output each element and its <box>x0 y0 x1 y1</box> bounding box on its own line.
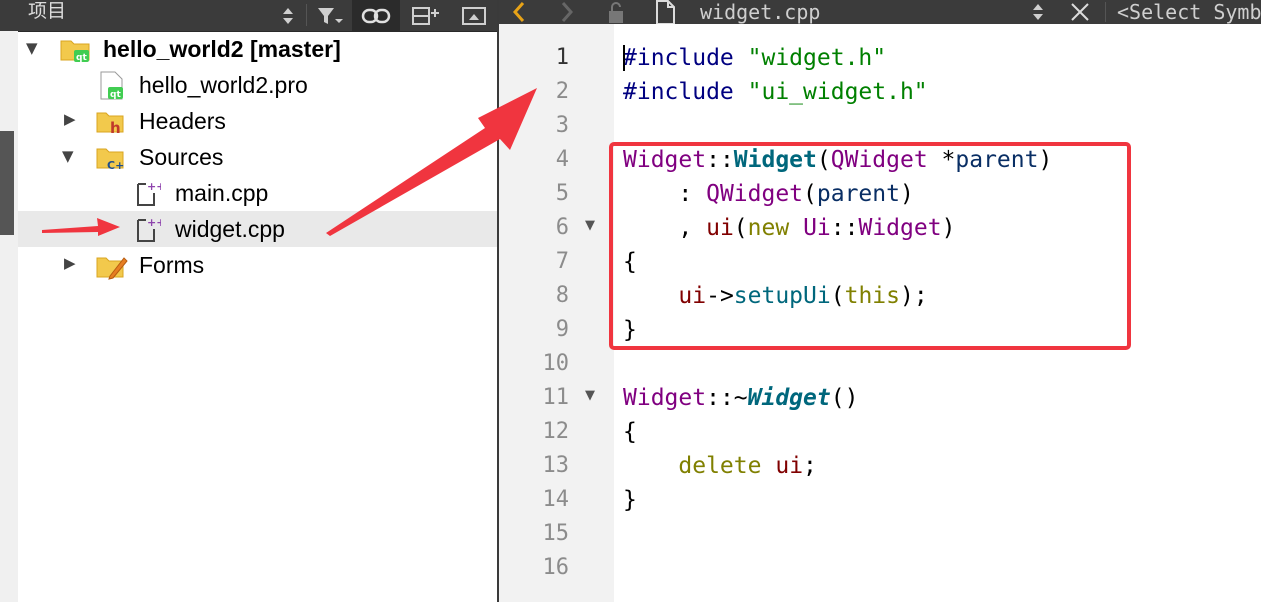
code-line-2: #include "ui_widget.h" <box>623 79 928 105</box>
tree-item-label: main.cpp <box>175 180 269 206</box>
tree-item-label: hello_world2 [master] <box>103 36 341 62</box>
sources-folder-icon: C+ <box>96 145 128 175</box>
line-number: 16 <box>542 555 570 580</box>
line-number: 1 <box>555 45 569 70</box>
line-number: 7 <box>555 249 569 274</box>
symbol-selector-label: <Select Symb <box>1117 0 1261 24</box>
view-selector-arrows-icon[interactable] <box>276 0 300 31</box>
open-file-name[interactable]: widget.cpp <box>700 0 820 24</box>
collapsed-arrow-icon[interactable]: ▶ <box>64 110 76 128</box>
forward-arrow-icon[interactable] <box>559 0 581 24</box>
line-number: 5 <box>555 181 569 206</box>
line-number: 4 <box>555 147 569 172</box>
fold-marker-icon[interactable]: ▼ <box>585 388 595 403</box>
document-icon <box>653 0 681 24</box>
tree-item-main-cpp[interactable]: ++ main.cpp <box>18 175 497 211</box>
svg-text:++: ++ <box>147 216 161 229</box>
fold-marker-icon[interactable]: ▼ <box>585 218 595 233</box>
line-number: 9 <box>555 317 569 342</box>
project-panel: 项目 ▼ qt hello_world2 [master] qt hello_w… <box>0 0 497 602</box>
code-line-11: Widget::~Widget() <box>623 385 859 411</box>
line-number: 15 <box>542 521 570 546</box>
back-arrow-icon[interactable] <box>511 0 533 24</box>
close-document-icon[interactable] <box>1069 0 1095 24</box>
lock-icon <box>606 0 630 24</box>
tree-item-label: widget.cpp <box>175 216 285 242</box>
split-view-icon[interactable] <box>408 0 444 31</box>
line-number: 3 <box>555 113 569 138</box>
code-line-14: } <box>623 487 637 513</box>
file-selector-arrows-icon[interactable] <box>1031 0 1051 24</box>
headers-folder-icon: h <box>96 109 126 139</box>
svg-text:C+: C+ <box>107 159 124 171</box>
forms-folder-icon <box>96 252 128 284</box>
project-panel-title: 项目 <box>28 0 67 22</box>
tree-item-project[interactable]: ▼ qt hello_world2 [master] <box>18 31 497 67</box>
svg-text:qt: qt <box>110 90 121 100</box>
line-number: 8 <box>555 283 569 308</box>
qt-project-folder-icon: qt <box>60 37 92 67</box>
line-number: 12 <box>542 419 570 444</box>
expanded-arrow-icon[interactable]: ▼ <box>62 147 74 165</box>
code-line-1: #include "widget.h" <box>623 45 887 71</box>
tree-item-forms[interactable]: ▶ Forms <box>18 247 497 283</box>
tree-item-sources[interactable]: ▼ C+ Sources <box>18 139 497 175</box>
svg-text:qt: qt <box>76 53 87 63</box>
tree-item-headers[interactable]: ▶ h Headers <box>18 103 497 139</box>
tree-item-widget-cpp[interactable]: ++ widget.cpp <box>18 211 497 247</box>
code-line-13: delete ui; <box>678 453 817 479</box>
highlight-box <box>609 142 1131 350</box>
tree-item-label: Forms <box>139 252 205 278</box>
tree-item-pro-file[interactable]: qt hello_world2.pro <box>18 67 497 103</box>
line-number: 6 <box>555 215 569 240</box>
project-toolbar: 项目 <box>0 0 497 32</box>
cpp-file-icon: ++ <box>135 179 165 211</box>
tree-item-label: Headers <box>139 108 226 134</box>
link-with-editor-icon[interactable] <box>352 0 400 31</box>
svg-text:++: ++ <box>147 180 161 193</box>
symbol-selector[interactable]: <Select Symb <box>1117 0 1261 24</box>
left-mode-bar <box>0 31 18 602</box>
code-line-12: { <box>623 419 637 445</box>
collapsed-arrow-icon[interactable]: ▶ <box>64 254 76 272</box>
tree-item-label: hello_world2.pro <box>139 72 308 98</box>
file-name-label: widget.cpp <box>700 0 821 24</box>
qt-pro-file-icon: qt <box>98 71 126 105</box>
close-sidebar-icon[interactable] <box>456 0 492 31</box>
text-cursor <box>623 45 625 71</box>
svg-text:h: h <box>110 119 121 135</box>
filter-icon[interactable] <box>312 0 346 31</box>
tree-item-label: Sources <box>139 144 224 170</box>
line-number: 2 <box>555 79 569 104</box>
editor-toolbar: widget.cpp <Select Symb <box>499 0 1261 24</box>
line-number: 13 <box>542 453 570 478</box>
line-number: 14 <box>542 487 570 512</box>
cpp-file-icon: ++ <box>135 215 165 247</box>
line-number: 11 <box>542 385 570 410</box>
line-number: 10 <box>542 351 570 376</box>
expanded-arrow-icon[interactable]: ▼ <box>26 39 38 57</box>
